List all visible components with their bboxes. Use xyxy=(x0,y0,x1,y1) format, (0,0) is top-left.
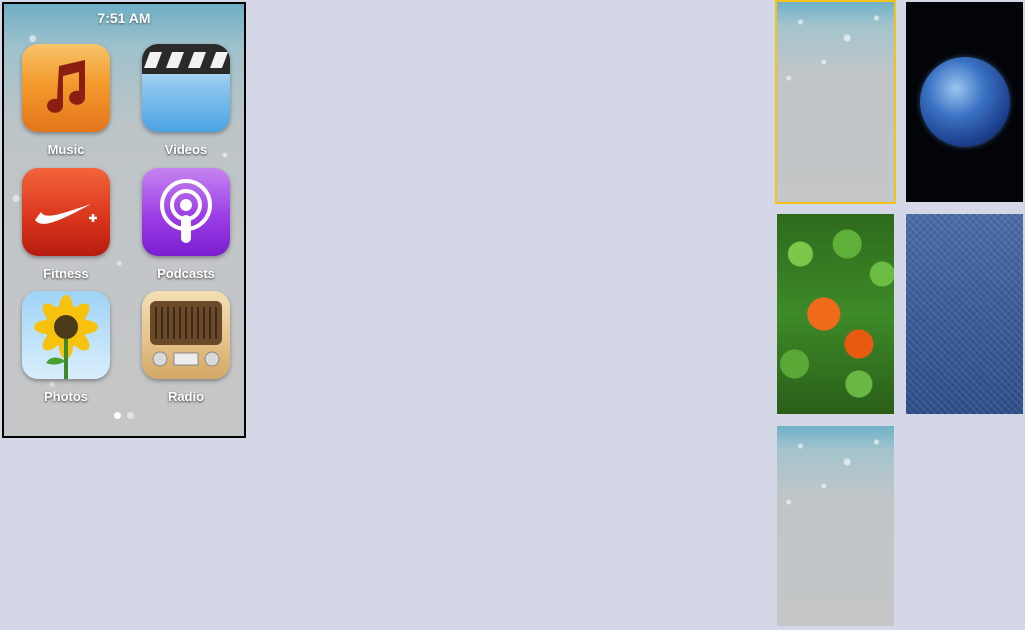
wallpaper-thumb-water-drops-selected[interactable] xyxy=(775,0,896,204)
app-label: Photos xyxy=(43,389,89,404)
radio-icon xyxy=(142,291,230,379)
app-videos[interactable]: Videos xyxy=(136,44,236,157)
wallpaper-thumb-denim[interactable] xyxy=(906,214,1023,414)
clapperboard-icon xyxy=(142,44,230,132)
app-radio[interactable]: Radio xyxy=(136,291,236,404)
app-label: Fitness xyxy=(43,266,89,281)
home-screen-preview: 7:51 AM Music Videos Fitness Podcasts Ph… xyxy=(2,2,246,438)
page-dot xyxy=(127,412,134,419)
nike-swoosh-icon xyxy=(22,168,110,256)
app-label: Videos xyxy=(164,142,208,157)
app-fitness[interactable]: Fitness xyxy=(16,168,116,281)
app-label: Radio xyxy=(167,389,205,404)
app-label: Music xyxy=(47,142,85,157)
music-note-icon xyxy=(22,44,110,132)
wallpaper-thumb-water-drops[interactable] xyxy=(777,426,894,626)
earth-image xyxy=(919,57,1010,147)
page-indicator[interactable] xyxy=(4,406,244,424)
app-music[interactable]: Music xyxy=(16,44,116,157)
status-bar-time: 7:51 AM xyxy=(97,10,151,26)
wallpaper-thumb-earth[interactable] xyxy=(906,2,1023,202)
sunflower-icon xyxy=(22,291,110,379)
page-dot-active xyxy=(114,412,121,419)
wallpaper-thumb-clownfish[interactable] xyxy=(777,214,894,414)
app-photos[interactable]: Photos xyxy=(16,291,116,404)
app-podcasts[interactable]: Podcasts xyxy=(136,168,236,281)
app-label: Podcasts xyxy=(157,266,215,281)
podcast-icon xyxy=(142,168,230,256)
